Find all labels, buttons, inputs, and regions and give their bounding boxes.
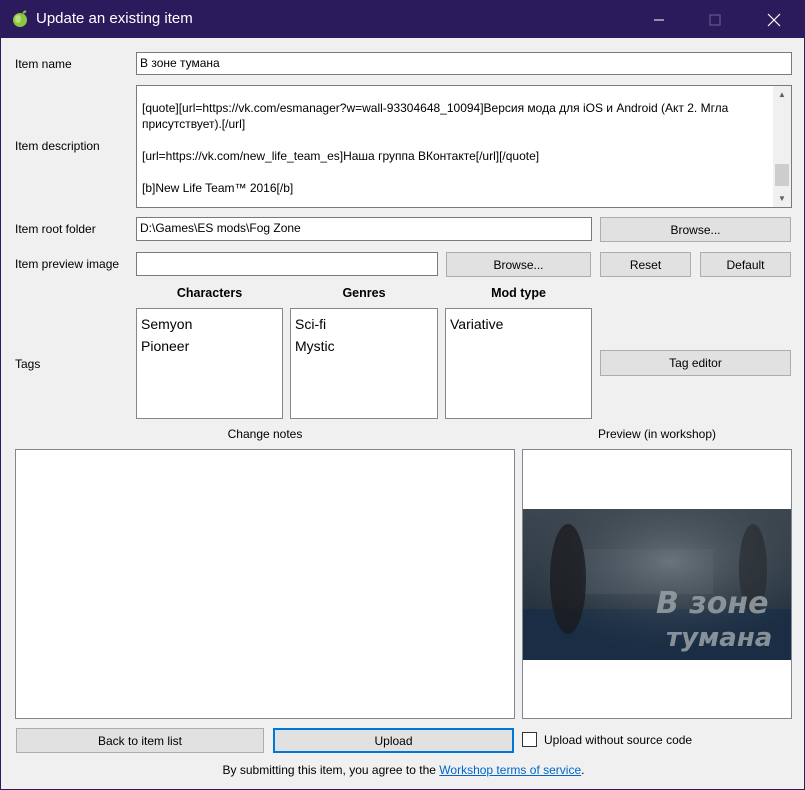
list-item[interactable]: Mystic xyxy=(295,335,433,357)
mod-type-list[interactable]: Variative xyxy=(445,308,592,419)
item-root-folder-input[interactable]: D:\Games\ES mods\Fog Zone xyxy=(136,217,592,241)
workshop-terms-link[interactable]: Workshop terms of service xyxy=(439,763,581,777)
item-preview-image-input[interactable] xyxy=(136,252,438,276)
maximize-button[interactable] xyxy=(692,1,738,38)
upload-without-source-checkbox[interactable] xyxy=(522,732,537,747)
characters-list[interactable]: Semyon Pioneer xyxy=(136,308,283,419)
scroll-down-icon[interactable]: ▼ xyxy=(773,190,791,207)
workshop-preview: В зоне тумана xyxy=(522,449,792,719)
change-notes-textarea[interactable] xyxy=(15,449,515,719)
upload-button[interactable]: Upload xyxy=(273,728,514,753)
back-to-item-list-button[interactable]: Back to item list xyxy=(16,728,264,753)
description-line: [quote][url=https://vk.com/esmanager?w=w… xyxy=(142,101,729,131)
item-name-label: Item name xyxy=(15,57,72,71)
app-leaf-icon xyxy=(13,10,27,27)
item-root-folder-label: Item root folder xyxy=(15,222,96,236)
terms-suffix: . xyxy=(581,763,585,777)
tags-label: Tags xyxy=(15,357,41,371)
description-scrollbar[interactable]: ▲ ▼ xyxy=(773,86,791,207)
minimize-button[interactable] xyxy=(636,1,682,38)
title-bar[interactable]: Update an existing item xyxy=(1,1,804,38)
scroll-up-icon[interactable]: ▲ xyxy=(773,86,791,103)
terms-prefix: By submitting this item, you agree to th… xyxy=(222,763,440,777)
browse-folder-button[interactable]: Browse... xyxy=(600,217,791,242)
reset-button[interactable]: Reset xyxy=(600,252,691,277)
scroll-thumb[interactable] xyxy=(775,164,789,186)
close-icon xyxy=(767,13,781,26)
list-item[interactable]: Pioneer xyxy=(141,335,278,357)
tag-editor-button[interactable]: Tag editor xyxy=(600,350,791,376)
item-description-label: Item description xyxy=(15,139,100,153)
update-item-window: Update an existing item Item name В зоне… xyxy=(0,0,805,790)
preview-label: Preview (in workshop) xyxy=(597,427,717,441)
item-name-input[interactable]: В зоне тумана xyxy=(136,52,792,75)
item-description-text: [quote][url=https://vk.com/esmanager?w=w… xyxy=(142,100,767,207)
upload-without-source-label[interactable]: Upload without source code xyxy=(544,733,692,747)
genres-header: Genres xyxy=(342,286,386,300)
preview-image: В зоне тумана xyxy=(523,509,791,660)
preview-title-line2: тумана xyxy=(666,623,772,653)
browse-image-button[interactable]: Browse... xyxy=(446,252,591,277)
list-item[interactable]: Variative xyxy=(450,313,587,335)
genres-list[interactable]: Sci-fi Mystic xyxy=(290,308,438,419)
mod-type-header: Mod type xyxy=(491,286,546,300)
change-notes-label: Change notes xyxy=(227,427,303,441)
preview-title-line1: В зоне xyxy=(656,586,768,621)
item-description-textarea[interactable]: [quote][url=https://vk.com/esmanager?w=w… xyxy=(136,85,792,208)
list-item[interactable]: Sci-fi xyxy=(295,313,433,335)
default-button[interactable]: Default xyxy=(700,252,791,277)
item-preview-image-label: Item preview image xyxy=(15,257,120,271)
close-button[interactable] xyxy=(751,1,797,38)
terms-notice: By submitting this item, you agree to th… xyxy=(1,763,805,777)
minimize-icon xyxy=(654,19,664,20)
maximize-icon xyxy=(709,14,721,25)
characters-header: Characters xyxy=(176,286,243,300)
window-title: Update an existing item xyxy=(36,10,193,27)
list-item[interactable]: Semyon xyxy=(141,313,278,335)
description-line: [url=https://vk.com/new_life_team_es]Наш… xyxy=(142,149,540,163)
description-line: [b]New Life Team™ 2016[/b] xyxy=(142,181,294,195)
